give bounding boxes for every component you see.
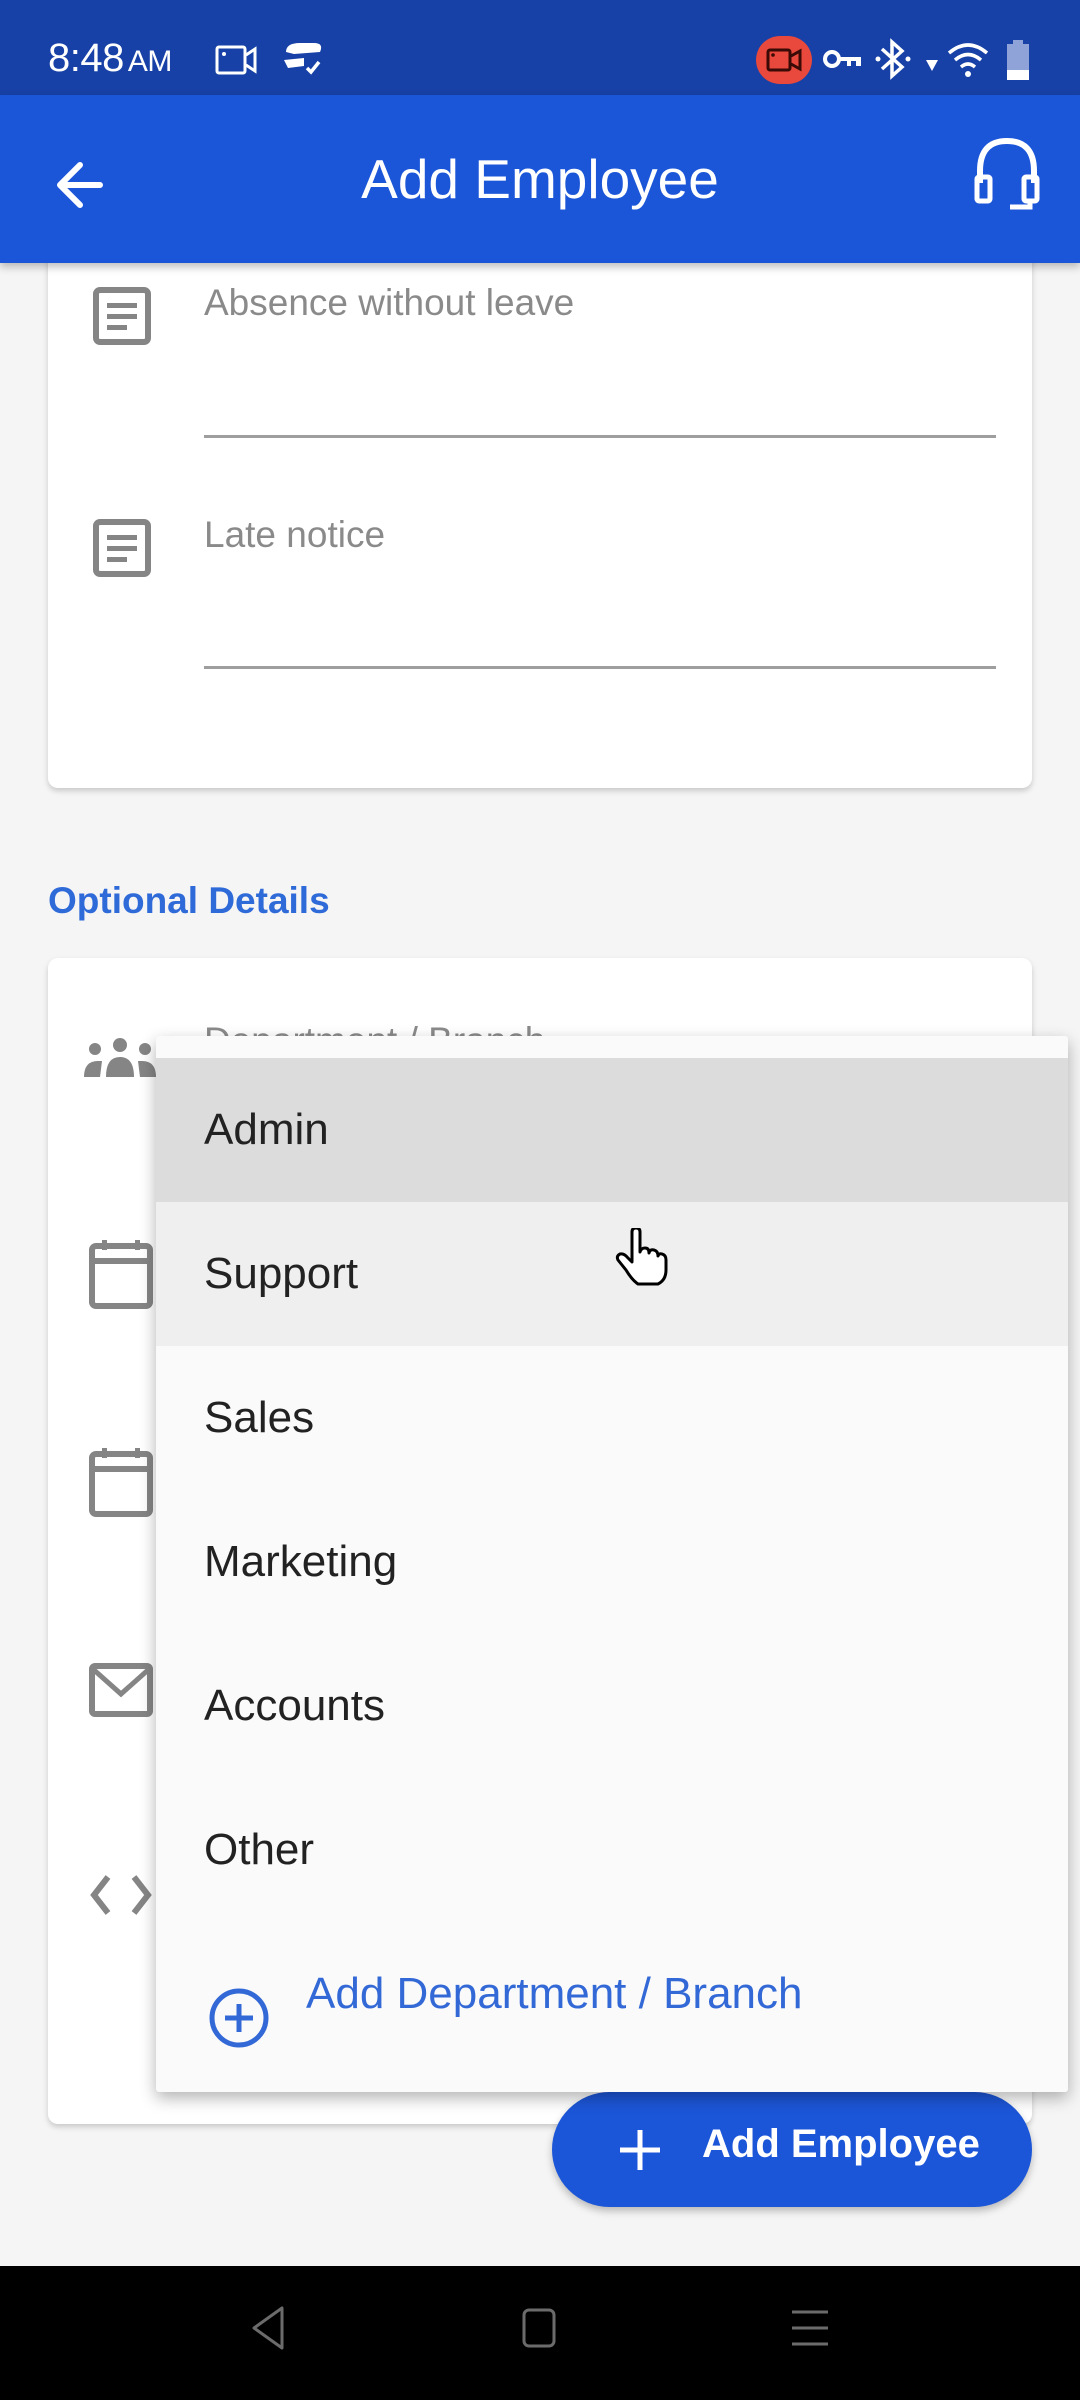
add-employee-button[interactable]: Add Employee: [552, 2092, 1032, 2207]
plus-icon: [618, 2128, 662, 2177]
headset-icon: [974, 137, 1040, 210]
add-employee-label: Add Employee: [702, 2122, 980, 2166]
status-time: 8:48 AM: [48, 36, 172, 81]
late-notice-field-input[interactable]: [204, 666, 996, 669]
menu-item-accounts[interactable]: Accounts: [156, 1634, 1068, 1778]
nav-back-button[interactable]: [248, 2306, 288, 2355]
app-bar: Add Employee: [0, 95, 1080, 263]
leave-notes-card: Absence without leave Late notice: [48, 180, 1032, 788]
battery-icon: [1005, 40, 1031, 85]
clock-ampm: AM: [127, 45, 173, 78]
menu-item-admin[interactable]: Admin: [156, 1058, 1068, 1202]
system-nav-bar: [0, 2266, 1080, 2400]
add-circle-icon: [208, 1963, 270, 2107]
recording-indicator-icon: [756, 36, 812, 84]
nav-recents-button[interactable]: [790, 2306, 830, 2355]
vpn-key-icon: [823, 46, 863, 77]
calendar-icon: [88, 1446, 154, 1523]
nav-home-button[interactable]: [522, 2306, 558, 2355]
status-bar: 8:48 AM: [0, 0, 1080, 95]
bluetooth-icon: [874, 38, 914, 85]
late-notice-field-label: Late notice: [204, 514, 386, 555]
menu-item-sales[interactable]: Sales: [156, 1346, 1068, 1490]
sync-check-icon: [280, 40, 326, 83]
data-arrow-icon: [925, 58, 939, 77]
menu-item-marketing[interactable]: Marketing: [156, 1490, 1068, 1634]
calendar-icon: [88, 1238, 154, 1315]
hand-cursor-icon: [614, 1226, 670, 1293]
add-department-button[interactable]: Add Department / Branch: [156, 1922, 1068, 2066]
support-button[interactable]: [972, 135, 1042, 215]
wifi-icon: [946, 40, 990, 85]
department-dropdown-menu: Admin Support Sales Marketing Accounts O…: [156, 1036, 1068, 2092]
add-department-label: Add Department / Branch: [306, 1969, 803, 2018]
screen-record-icon: [215, 45, 259, 80]
notes-icon: [92, 286, 154, 351]
menu-item-support[interactable]: Support: [156, 1202, 1068, 1346]
absence-field-label: Absence without leave: [204, 282, 575, 323]
optional-details-title: Optional Details: [48, 880, 330, 921]
mail-icon: [88, 1662, 154, 1723]
notes-icon: [92, 518, 154, 583]
group-icon: [82, 1035, 158, 1084]
page-title: Add Employee: [361, 148, 719, 210]
menu-item-other[interactable]: Other: [156, 1778, 1068, 1922]
absence-field-input[interactable]: [204, 435, 996, 438]
code-icon: [88, 1873, 154, 1922]
clock: 8:48: [48, 36, 124, 80]
